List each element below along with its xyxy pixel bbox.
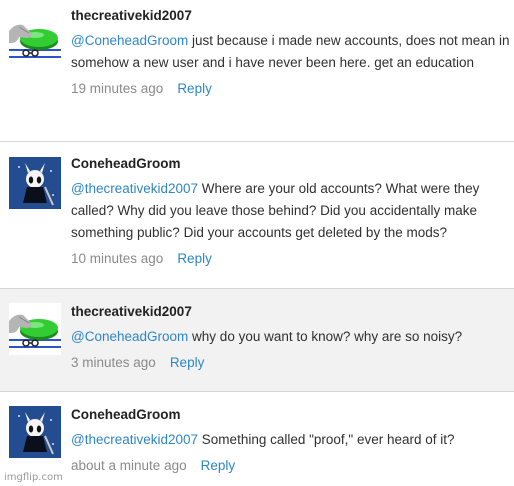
reply-button[interactable]: Reply [177,251,212,266]
timestamp: 19 minutes ago [71,81,164,96]
comment-text: @thecreativekid2007 Something called "pr… [71,429,510,451]
comment-text: @thecreativekid2007 Where are your old a… [71,178,510,244]
comment-meta: 19 minutes ago Reply [71,78,510,100]
comment-text: @ConeheadGroom just because i made new a… [71,30,510,74]
mention-link[interactable]: @thecreativekid2007 [71,181,198,196]
comment-item: ConeheadGroom @thecreativekid2007 Someth… [0,392,514,486]
reply-button[interactable]: Reply [170,355,205,370]
hollow-knight-icon [9,406,61,458]
timestamp: about a minute ago [71,458,187,473]
comment-body: why do you want to know? why are so nois… [192,329,463,344]
username[interactable]: thecreativekid2007 [71,8,510,24]
timestamp: 3 minutes ago [71,355,156,370]
hollow-knight-icon [9,157,61,209]
mention-link[interactable]: @ConeheadGroom [71,33,188,48]
reply-button[interactable]: Reply [177,81,212,96]
mention-link[interactable]: @thecreativekid2007 [71,432,198,447]
timestamp: 10 minutes ago [71,251,164,266]
comment-item: thecreativekid2007 @ConeheadGroom why do… [0,289,514,391]
watermark: imgflip.com [4,472,63,483]
comment-item: thecreativekid2007 @ConeheadGroom just b… [0,0,514,141]
comment-meta: 3 minutes ago Reply [71,352,510,374]
comment-thread: thecreativekid2007 @ConeheadGroom just b… [0,0,514,486]
comment-item: ConeheadGroom @thecreativekid2007 Where … [0,142,514,288]
username[interactable]: ConeheadGroom [71,407,510,423]
avatar[interactable] [9,406,61,458]
avatar[interactable] [9,303,61,355]
comment-body: Something called "proof," ever heard of … [201,432,455,447]
comment-text: @ConeheadGroom why do you want to know? … [71,326,510,348]
avatar[interactable] [9,13,61,65]
avatar[interactable] [9,157,61,209]
username[interactable]: thecreativekid2007 [71,304,510,320]
green-button-hand-icon [9,13,61,65]
comment-meta: 10 minutes ago Reply [71,248,510,270]
mention-link[interactable]: @ConeheadGroom [71,329,188,344]
reply-button[interactable]: Reply [201,458,236,473]
username[interactable]: ConeheadGroom [71,156,510,172]
comment-meta: about a minute ago Reply [71,455,510,477]
green-button-hand-icon [9,303,61,355]
